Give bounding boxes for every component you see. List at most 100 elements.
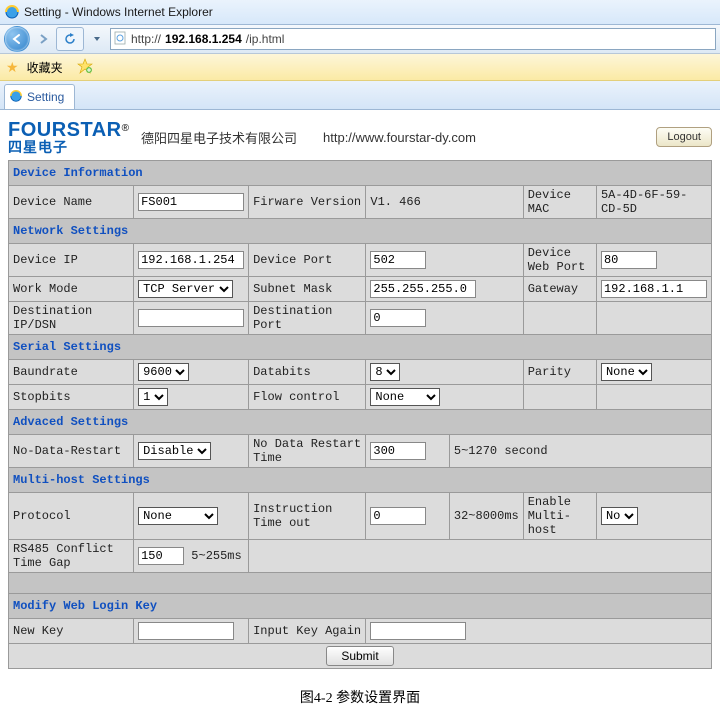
value-mac: 5A-4D-6F-59-CD-5D — [596, 186, 711, 219]
ie-icon — [4, 4, 20, 20]
new-key-input[interactable] — [138, 622, 234, 640]
label-protocol: Protocol — [9, 493, 134, 540]
ie-icon — [9, 89, 23, 106]
device-ip-input[interactable] — [138, 251, 244, 269]
label-mac: Device MAC — [523, 186, 596, 219]
work-mode-select[interactable]: TCP Server — [138, 280, 233, 298]
forward-button[interactable] — [34, 27, 52, 51]
window-title: Setting - Windows Internet Explorer — [24, 5, 213, 19]
brand-cn: 四星电子 — [8, 140, 129, 154]
submit-button[interactable]: Submit — [326, 646, 393, 666]
dest-port-input[interactable] — [370, 309, 426, 327]
nodata-note: 5~1270 second — [449, 435, 711, 468]
tab-setting[interactable]: Setting — [4, 84, 75, 109]
label-parity: Parity — [523, 360, 596, 385]
tab-bar: Setting — [0, 81, 720, 110]
label-dest-ip: Destination IP/DSN — [9, 302, 134, 335]
table-row: No-Data-Restart Disable No Data Restart … — [9, 435, 712, 468]
label-new-key: New Key — [9, 619, 134, 644]
rs485-gap-input[interactable] — [138, 547, 184, 565]
instr-note: 32~8000ms — [449, 493, 523, 540]
nodata-time-input[interactable] — [370, 442, 426, 460]
en-multi-select[interactable]: No — [601, 507, 638, 525]
instr-to-input[interactable] — [370, 507, 426, 525]
section-network: Network Settings — [9, 219, 712, 244]
label-nodata: No-Data-Restart — [9, 435, 134, 468]
label-instr-to: Instruction Time out — [249, 493, 366, 540]
url-scheme: http:// — [131, 32, 161, 46]
gateway-input[interactable] — [601, 280, 707, 298]
table-row: Stopbits 1 Flow control None — [9, 385, 712, 410]
label-stopbits: Stopbits — [9, 385, 134, 410]
ie-window: Setting - Windows Internet Explorer http… — [0, 0, 720, 717]
baud-select[interactable]: 9600 — [138, 363, 189, 381]
section-advanced: Advaced Settings — [9, 410, 712, 435]
nodata-select[interactable]: Disable — [138, 442, 211, 460]
dest-ip-input[interactable] — [138, 309, 244, 327]
section-device-info: Device Information — [9, 161, 712, 186]
brand-reg: ® — [122, 123, 129, 134]
table-row: Baundrate 9600 Databits 8 Parity None — [9, 360, 712, 385]
label-rs485-gap: RS485 Conflict Time Gap — [9, 540, 134, 573]
dropdown-button[interactable] — [88, 27, 106, 51]
label-dest-port: Destination Port — [249, 302, 366, 335]
table-row: Device IP Device Port Device Web Port — [9, 244, 712, 277]
brand-en: FOURSTAR — [8, 119, 122, 141]
label-device-name: Device Name — [9, 186, 134, 219]
table-row: New Key Input Key Again — [9, 619, 712, 644]
label-fw-ver: Firware Version — [249, 186, 366, 219]
logout-button[interactable]: Logout — [656, 127, 712, 147]
device-name-input[interactable] — [138, 193, 244, 211]
label-web-port: Device Web Port — [523, 244, 596, 277]
label-nodata-time: No Data Restart Time — [249, 435, 366, 468]
url-path: /ip.html — [246, 32, 285, 46]
title-bar: Setting - Windows Internet Explorer — [0, 0, 720, 25]
label-subnet: Subnet Mask — [249, 277, 366, 302]
add-fav-icon[interactable] — [77, 58, 93, 77]
page-content: FOURSTAR® 四星电子 德阳四星电子技术有限公司 http://www.f… — [0, 110, 720, 717]
star-icon[interactable]: ★ — [6, 59, 19, 76]
flow-select[interactable]: None — [370, 388, 440, 406]
table-row: Work Mode TCP Server Subnet Mask Gateway — [9, 277, 712, 302]
label-device-ip: Device IP — [9, 244, 134, 277]
table-row: Destination IP/DSN Destination Port — [9, 302, 712, 335]
table-row: Device Name Firware Version V1. 466 Devi… — [9, 186, 712, 219]
back-button[interactable] — [4, 26, 30, 52]
section-serial: Serial Settings — [9, 335, 712, 360]
table-row: Protocol None Instruction Time out 32~80… — [9, 493, 712, 540]
url-host: 192.168.1.254 — [165, 32, 242, 46]
label-work-mode: Work Mode — [9, 277, 134, 302]
label-baud: Baundrate — [9, 360, 134, 385]
figure-caption: 图4-2 参数设置界面 — [8, 669, 712, 717]
label-databits: Databits — [249, 360, 366, 385]
databits-select[interactable]: 8 — [370, 363, 400, 381]
address-bar[interactable]: http:// 192.168.1.254/ip.html — [110, 28, 716, 50]
company-name: 德阳四星电子技术有限公司 — [141, 128, 297, 147]
value-fw-ver: V1. 466 — [366, 186, 523, 219]
subnet-input[interactable] — [370, 280, 476, 298]
protocol-select[interactable]: None — [138, 507, 218, 525]
tab-label: Setting — [27, 90, 64, 104]
brand-logo: FOURSTAR® 四星电子 — [8, 120, 129, 154]
nav-bar: http:// 192.168.1.254/ip.html — [0, 25, 720, 54]
favorites-bar: ★ 收藏夹 — [0, 54, 720, 81]
favorites-label[interactable]: 收藏夹 — [27, 59, 63, 76]
page-icon — [113, 31, 127, 48]
table-row: RS485 Conflict Time Gap 5~255ms — [9, 540, 712, 573]
key-again-input[interactable] — [370, 622, 466, 640]
label-flow: Flow control — [249, 385, 366, 410]
label-device-port: Device Port — [249, 244, 366, 277]
refresh-button[interactable] — [56, 27, 84, 51]
section-key: Modify Web Login Key — [9, 594, 712, 619]
web-port-input[interactable] — [601, 251, 657, 269]
section-multi: Multi-host Settings — [9, 468, 712, 493]
label-key-again: Input Key Again — [249, 619, 366, 644]
label-gateway: Gateway — [523, 277, 596, 302]
company-site: http://www.fourstar-dy.com — [323, 130, 476, 145]
page-header: FOURSTAR® 四星电子 德阳四星电子技术有限公司 http://www.f… — [8, 120, 712, 154]
parity-select[interactable]: None — [601, 363, 652, 381]
stopbits-select[interactable]: 1 — [138, 388, 168, 406]
label-en-multi: Enable Multi-host — [523, 493, 596, 540]
device-port-input[interactable] — [370, 251, 426, 269]
rs485-note: 5~255ms — [191, 549, 241, 563]
